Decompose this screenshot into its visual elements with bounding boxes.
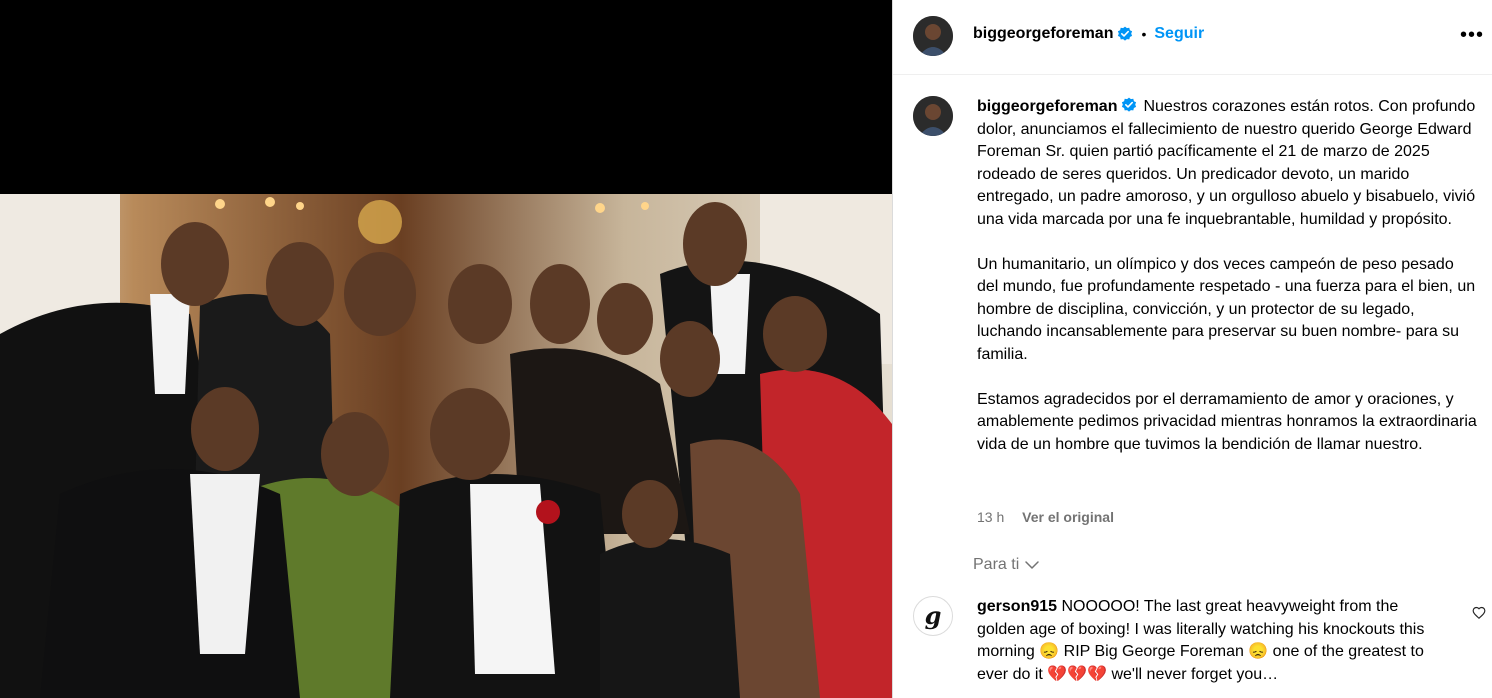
sad-face-emoji-icon: 😞: [1248, 643, 1269, 660]
comment-text-2: RIP Big George Foreman: [1059, 643, 1249, 660]
see-original-link[interactable]: Ver el original: [1022, 509, 1114, 525]
caption-paragraph-3: Estamos agradecidos por el derramamiento…: [977, 390, 1477, 453]
caption-paragraph-1: biggeorgeforeman Nuestros corazones están…: [977, 96, 1477, 232]
author-avatar[interactable]: [913, 16, 953, 56]
post-header: biggeorgeforeman • Seguir •••: [893, 0, 1492, 75]
comment-text-4: we'll never forget you…: [1107, 665, 1279, 683]
sad-face-emoji-icon: 😞: [1039, 643, 1060, 660]
filter-label: Para ti: [973, 556, 1020, 573]
caption-meta: 13 h Ver el original: [977, 509, 1128, 525]
post-timestamp[interactable]: 13 h: [977, 509, 1004, 525]
header-separator: •: [1141, 26, 1147, 42]
family-photo-image: [0, 194, 892, 698]
avatar-image: [913, 96, 953, 136]
caption-text-1: Nuestros corazones están rotos. Con prof…: [977, 98, 1476, 228]
verified-badge-icon: [1121, 97, 1137, 113]
comment-username[interactable]: gerson915: [977, 598, 1057, 615]
caption-author-avatar[interactable]: [913, 96, 953, 136]
post-caption: biggeorgeforeman Nuestros corazones están…: [977, 96, 1477, 456]
post-media[interactable]: [0, 0, 892, 698]
verified-badge-icon: [1117, 26, 1133, 42]
broken-heart-emoji-icon: 💔: [1047, 665, 1068, 683]
commenter-avatar[interactable]: g: [913, 596, 953, 636]
caption-username[interactable]: biggeorgeforeman: [977, 98, 1117, 115]
post-photo[interactable]: [0, 194, 892, 698]
follow-button[interactable]: Seguir: [1154, 25, 1204, 43]
broken-heart-emoji-icon: 💔: [1067, 665, 1088, 683]
commenter-logo-icon: g: [925, 601, 942, 630]
header-user-line: biggeorgeforeman • Seguir: [973, 25, 1204, 43]
comment-like-icon[interactable]: [1472, 606, 1486, 625]
chevron-down-icon: [1025, 561, 1039, 569]
comments-filter-dropdown[interactable]: Para ti: [973, 556, 1041, 574]
post-side-panel: biggeorgeforeman • Seguir ••• biggeorgef…: [892, 0, 1492, 698]
avatar-image: [913, 16, 953, 56]
broken-heart-emoji-icon: 💔: [1087, 665, 1108, 683]
header-username[interactable]: biggeorgeforeman: [973, 25, 1113, 43]
comment-item: gerson915 NOOOOO! The last great heavywe…: [977, 596, 1447, 686]
caption-paragraph-2: Un humanitario, un olímpico y dos veces …: [977, 255, 1476, 363]
svg-text:g: g: [925, 601, 942, 630]
more-options-icon[interactable]: •••: [1460, 24, 1484, 47]
